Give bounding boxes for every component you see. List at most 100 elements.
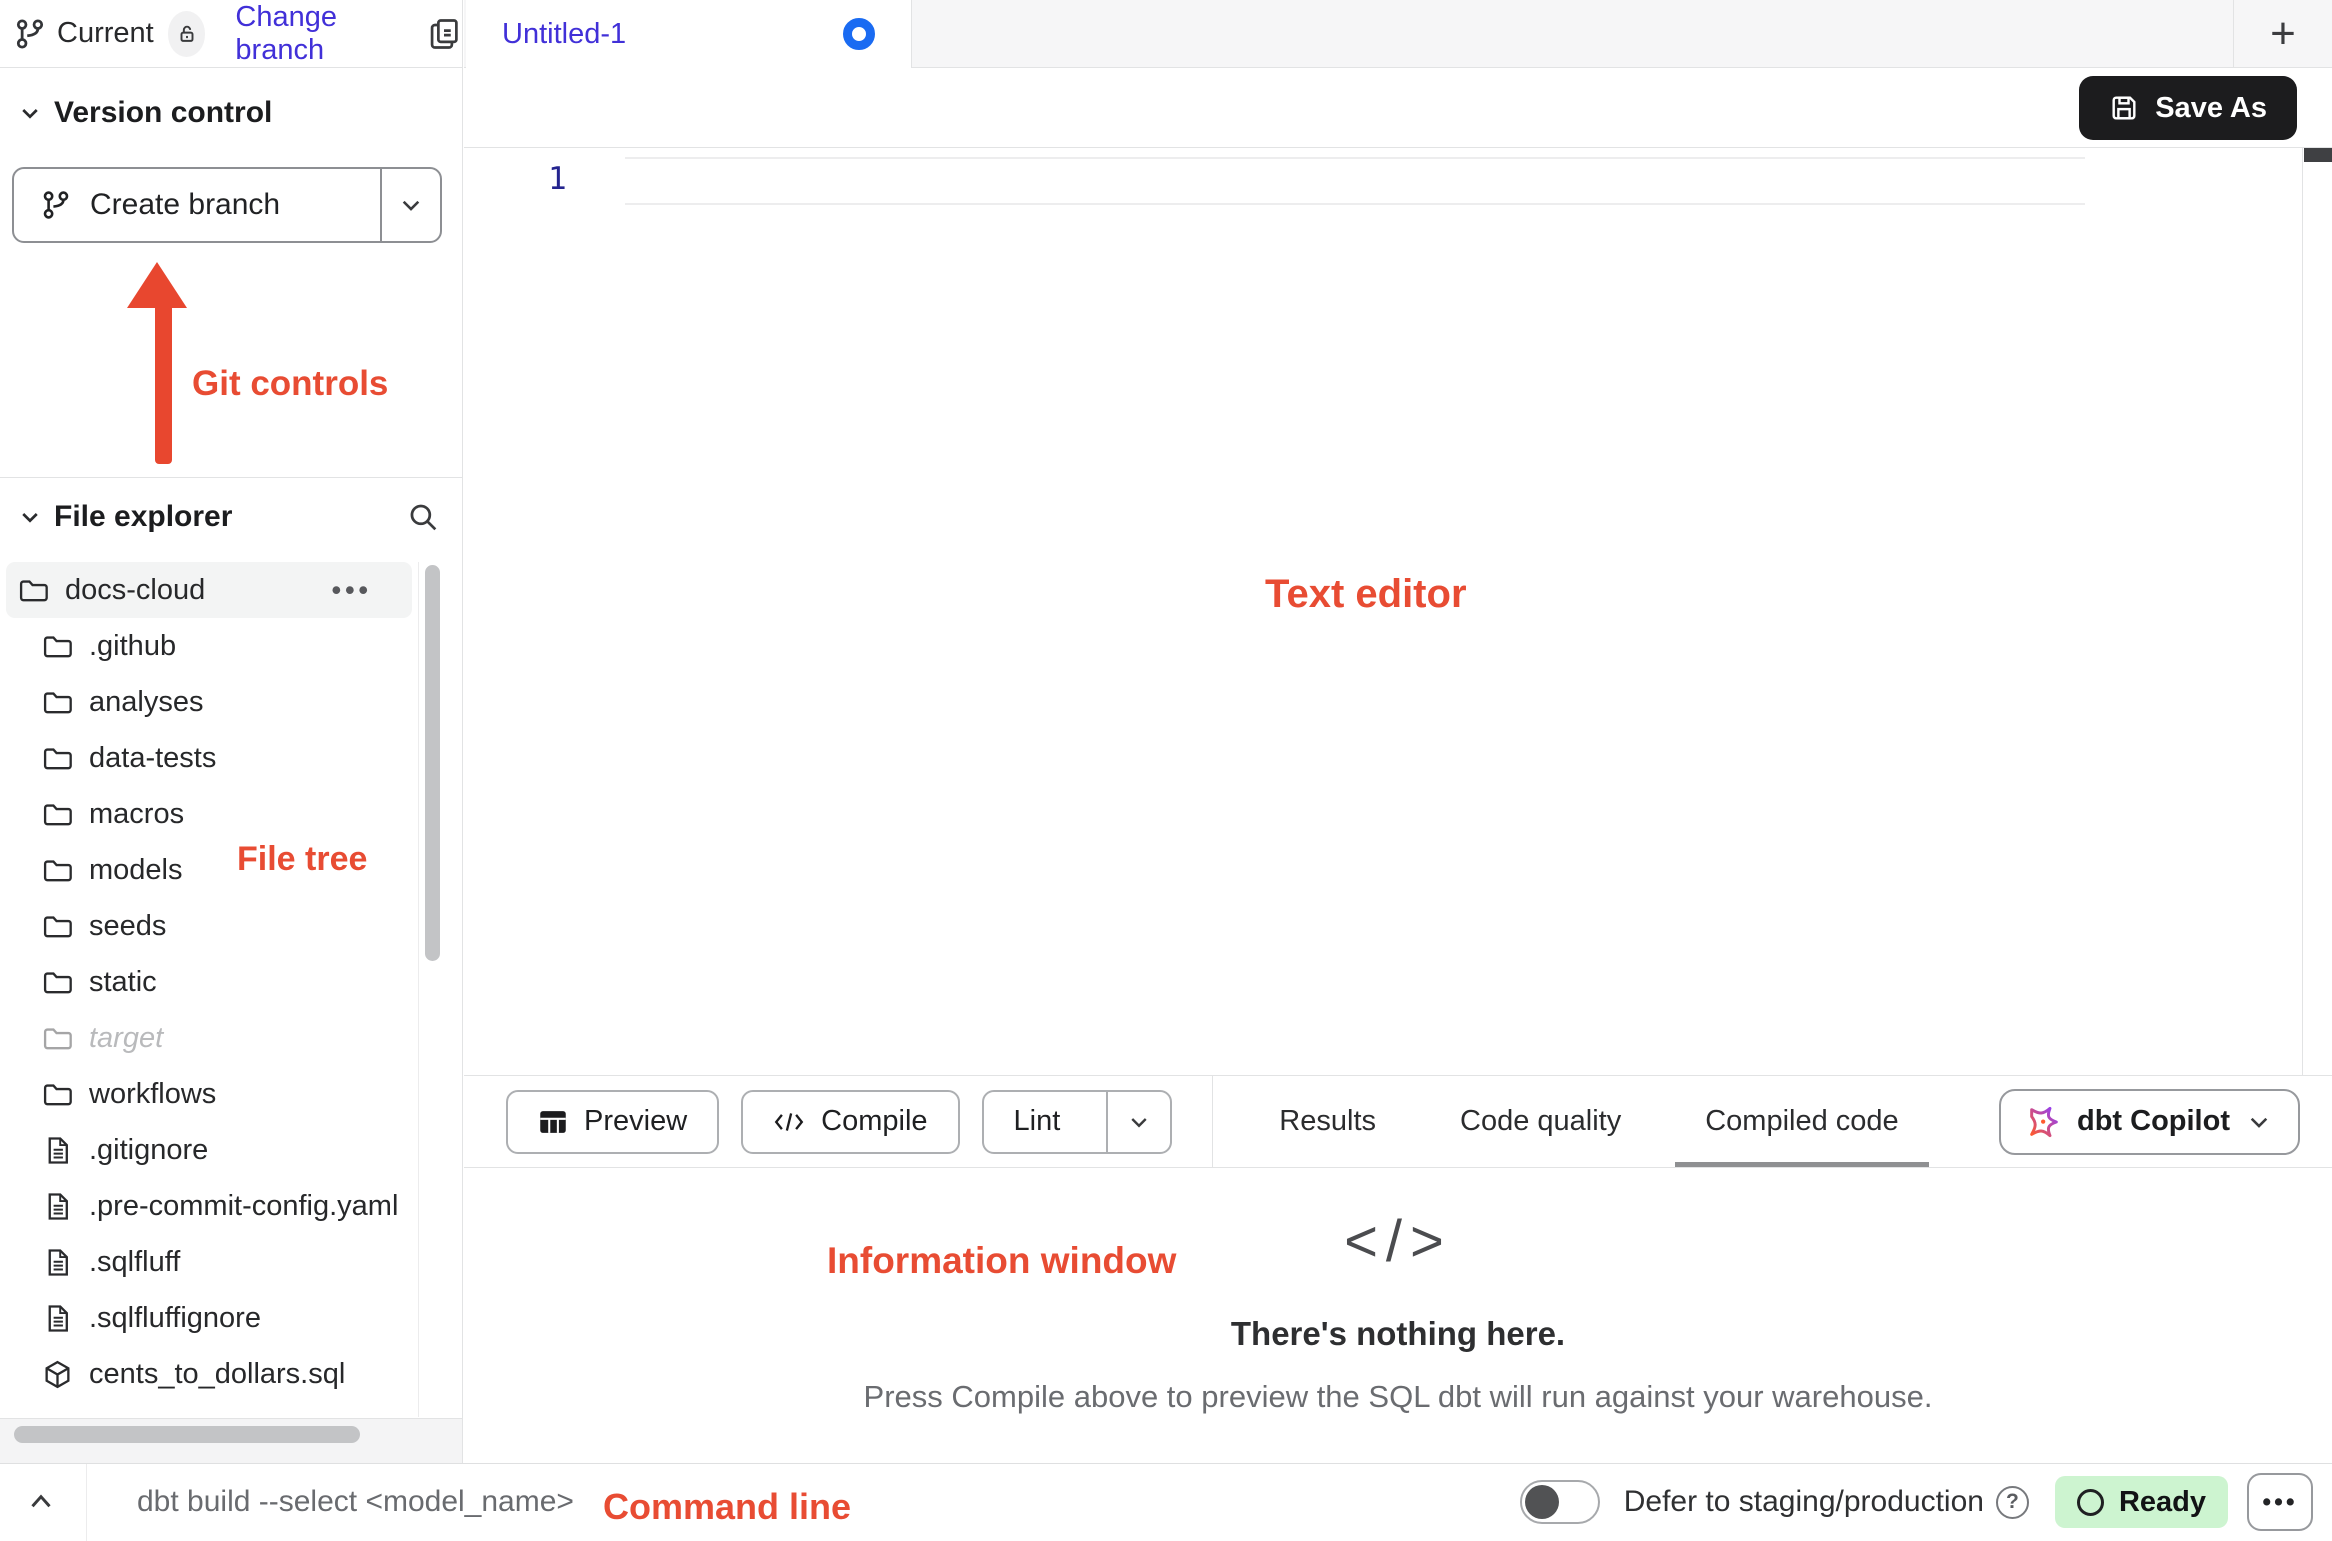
chevron-down-icon	[18, 101, 42, 125]
more-options-button[interactable]: •••	[2247, 1473, 2313, 1531]
folder-icon	[42, 967, 73, 998]
tree-item-data-tests[interactable]: data-tests	[6, 730, 412, 786]
ellipsis-icon: •••	[2262, 1488, 2297, 1517]
command-bar: dbt build --select <model_name> Defer to…	[0, 1463, 2332, 1540]
command-input[interactable]: dbt build --select <model_name>	[137, 1485, 574, 1519]
tree-item-.sqlfluff[interactable]: .sqlfluff	[6, 1234, 412, 1290]
tree-item-cents_to_dollars.sql[interactable]: cents_to_dollars.sql	[6, 1346, 412, 1402]
save-as-button[interactable]: Save As	[2079, 76, 2297, 140]
chevron-down-icon	[2246, 1109, 2272, 1135]
compile-label: Compile	[821, 1105, 927, 1138]
model-icon	[42, 1359, 73, 1390]
branch-locked-badge	[168, 11, 206, 57]
create-branch-label: Create branch	[90, 188, 280, 222]
tree-item-analyses[interactable]: analyses	[6, 674, 412, 730]
tree-item-workflows[interactable]: workflows	[6, 1066, 412, 1122]
version-control-title: Version control	[54, 96, 272, 130]
tree-item-.github[interactable]: .github	[6, 618, 412, 674]
command-bar-right: Defer to staging/production ? Ready •••	[1520, 1473, 2313, 1531]
horizontal-scrollbar-thumb[interactable]	[14, 1426, 360, 1443]
file-icon	[42, 1191, 73, 1222]
dbt-copilot-button[interactable]: dbt Copilot	[1999, 1089, 2300, 1155]
active-line[interactable]	[625, 157, 2085, 205]
kebab-menu-icon[interactable]: •••	[332, 575, 372, 606]
status-label: Ready	[2119, 1486, 2206, 1519]
vertical-scrollbar-thumb[interactable]	[425, 565, 440, 961]
folder-icon	[42, 911, 73, 942]
folder-icon	[42, 799, 73, 830]
compile-button[interactable]: Compile	[741, 1090, 959, 1154]
lint-dropdown[interactable]	[1106, 1092, 1170, 1152]
create-branch-button[interactable]: Create branch	[12, 167, 442, 243]
annotation-file-tree: File tree	[237, 840, 367, 879]
create-branch-main[interactable]: Create branch	[14, 169, 380, 241]
status-circle-icon	[2077, 1489, 2104, 1516]
panel-divider	[1212, 1076, 1213, 1167]
folder-icon	[42, 631, 73, 662]
tab-bar: Untitled-1 +	[464, 0, 2332, 68]
tree-item-target[interactable]: target	[6, 1010, 412, 1066]
folder-icon	[42, 687, 73, 718]
lint-split-button: Lint	[982, 1090, 1173, 1154]
save-icon	[2109, 93, 2139, 123]
tree-item-.sqlfluffignore[interactable]: .sqlfluffignore	[6, 1290, 412, 1346]
lint-button[interactable]: Lint	[984, 1092, 1091, 1152]
plus-icon: +	[2270, 9, 2296, 59]
create-branch-dropdown[interactable]	[380, 169, 440, 241]
change-branch-link[interactable]: Change branch	[235, 1, 398, 67]
dbt-copilot-icon	[2027, 1105, 2061, 1139]
empty-state-title: There's nothing here.	[1231, 1315, 1565, 1353]
editor-scrollbar-thumb[interactable]	[2304, 148, 2332, 162]
preview-button[interactable]: Preview	[506, 1090, 719, 1154]
tab-compiled-code[interactable]: Compiled code	[1663, 1076, 1940, 1167]
tree-item-.gitignore[interactable]: .gitignore	[6, 1122, 412, 1178]
status-badge: Ready	[2055, 1476, 2228, 1528]
dbt-copilot-label: dbt Copilot	[2077, 1105, 2230, 1138]
tree-item-seeds[interactable]: seeds	[6, 898, 412, 954]
tree-item-static[interactable]: static	[6, 954, 412, 1010]
command-bar-divider	[86, 1464, 87, 1541]
git-branch-icon	[13, 17, 47, 51]
defer-toggle[interactable]	[1520, 1480, 1600, 1524]
tab-untitled-1[interactable]: Untitled-1	[466, 0, 912, 68]
annotation-command-line: Command line	[603, 1486, 851, 1528]
preview-label: Preview	[584, 1105, 687, 1138]
folder-icon	[42, 743, 73, 774]
empty-state-subtitle: Press Compile above to preview the SQL d…	[864, 1379, 1933, 1415]
file-icon	[42, 1247, 73, 1278]
chevron-up-icon	[24, 1485, 58, 1519]
sidebar-divider	[0, 477, 462, 478]
tab-results[interactable]: Results	[1237, 1076, 1418, 1167]
tree-item-docs-cloud[interactable]: docs-cloud•••	[6, 562, 412, 618]
chevron-down-icon	[1127, 1110, 1151, 1134]
editor-scrollbar-track	[2302, 147, 2303, 1075]
annotation-arrow-head	[127, 262, 187, 308]
copy-icon[interactable]	[426, 16, 462, 52]
folder-icon	[42, 1023, 73, 1054]
lock-icon	[176, 23, 198, 45]
save-as-label: Save As	[2155, 92, 2267, 125]
git-branch-icon	[40, 189, 72, 221]
text-editor[interactable]: 1 Text editor	[464, 148, 2332, 1075]
help-icon[interactable]: ?	[1996, 1486, 2029, 1519]
expand-command-bar-button[interactable]	[24, 1485, 58, 1519]
file-explorer-section-header[interactable]: File explorer	[18, 500, 462, 534]
code-icon: </>	[1344, 1208, 1452, 1275]
sidebar: Current Change branch Version control	[0, 0, 463, 1463]
tree-item-macros[interactable]: macros	[6, 786, 412, 842]
folder-icon	[18, 575, 49, 606]
folder-icon	[42, 855, 73, 886]
version-control-section-header[interactable]: Version control	[18, 96, 272, 130]
table-icon	[538, 1107, 568, 1137]
search-icon[interactable]	[406, 500, 440, 534]
line-number: 1	[548, 161, 567, 197]
new-tab-button[interactable]: +	[2248, 0, 2318, 68]
annotation-information-window: Information window	[827, 1240, 1176, 1282]
panel-tabs: Results Code quality Compiled code	[1237, 1076, 1940, 1167]
chevron-down-icon	[18, 505, 42, 529]
tab-code-quality[interactable]: Code quality	[1418, 1076, 1663, 1167]
folder-icon	[42, 1079, 73, 1110]
tree-item-.pre-commit-config.yaml[interactable]: .pre-commit-config.yaml	[6, 1178, 412, 1234]
annotation-arrow	[155, 298, 172, 464]
unsaved-changes-dot-icon	[843, 18, 875, 50]
